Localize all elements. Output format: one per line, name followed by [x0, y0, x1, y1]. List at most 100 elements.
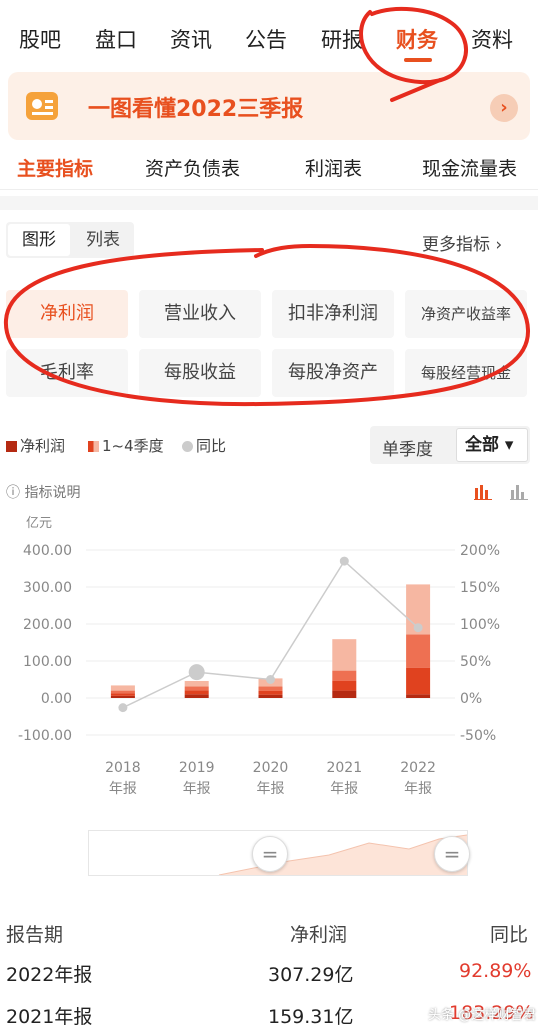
x-axis-tick-label: 年报: [257, 781, 285, 797]
y-axis-tick-label: 0.00: [41, 691, 72, 707]
metric-revenue[interactable]: 营业收入: [139, 290, 261, 338]
bar-segment: [332, 670, 357, 681]
range-start-handle[interactable]: =: [252, 836, 288, 872]
metric-bvps[interactable]: 每股净资产: [272, 349, 394, 397]
metric-gross-margin[interactable]: 毛利率: [6, 349, 128, 397]
bar-segment: [184, 686, 209, 691]
tab-balance-sheet[interactable]: 资产负债表: [145, 154, 240, 181]
metric-net-profit[interactable]: 净利润: [6, 290, 128, 338]
section-gap: [0, 196, 538, 210]
yoy-point: [188, 664, 205, 681]
legend-swatch-net-profit: [6, 441, 17, 452]
nav-tab-news[interactable]: 资讯: [170, 24, 212, 54]
y2-axis-tick-label: -50%: [460, 728, 496, 744]
y2-axis-tick-label: 0%: [460, 691, 482, 707]
table-row-period: 2021年报: [6, 1006, 93, 1028]
bar-segment: [406, 634, 431, 668]
table-row-period: 2022年报: [6, 964, 93, 986]
x-axis-tick-label: 2022: [400, 760, 436, 776]
bar-segment: [184, 680, 209, 687]
bar-segment: [258, 690, 283, 695]
tabs-divider: [0, 189, 538, 190]
table-row-yoy: 92.89%: [459, 960, 532, 982]
bar-segment: [406, 667, 431, 695]
x-axis-tick-label: 2020: [253, 760, 289, 776]
x-axis-tick-label: 2018: [105, 760, 141, 776]
table-header-period: 报告期: [6, 924, 64, 946]
y-axis-tick-label: -100.00: [18, 728, 72, 744]
x-axis-tick-label: 年报: [330, 781, 358, 797]
yoy-point: [118, 703, 128, 713]
bar-segment: [184, 694, 209, 698]
bar-segment: [258, 686, 283, 691]
bar-chart-alt-icon[interactable]: [510, 484, 528, 500]
nav-tab-finance[interactable]: 财务: [396, 24, 438, 54]
bar-segment: [110, 685, 135, 691]
tab-cash-flow[interactable]: 现金流量表: [422, 154, 517, 181]
legend-net-profit: 净利润: [6, 435, 65, 456]
yoy-point: [266, 675, 275, 684]
tab-income-statement[interactable]: 利润表: [305, 154, 362, 181]
bar-segment: [110, 695, 135, 698]
y2-axis-tick-label: 100%: [460, 617, 500, 633]
legend-quarters: 1~4季度: [88, 435, 164, 456]
report-card-icon: [26, 92, 58, 120]
view-list-button[interactable]: 列表: [72, 224, 134, 256]
legend-swatch-quarters: [88, 441, 99, 452]
yoy-point: [339, 556, 349, 566]
table-header-net-profit: 净利润: [290, 924, 348, 946]
bar-segment: [406, 694, 431, 698]
bar-segment: [332, 680, 357, 691]
y-axis-tick-label: 400.00: [23, 543, 72, 559]
view-toggle: 图形 列表: [6, 222, 134, 258]
nav-tab-pankou[interactable]: 盘口: [95, 24, 137, 54]
x-axis-tick-label: 2019: [179, 760, 215, 776]
metric-deducted-net-profit[interactable]: 扣非净利润: [272, 290, 394, 338]
single-quarter-button[interactable]: 单季度: [382, 435, 433, 460]
indicator-explain-link[interactable]: ⓘ 指标说明: [6, 482, 80, 502]
chevron-right-icon[interactable]: ›: [490, 94, 518, 122]
y-axis-tick-label: 200.00: [23, 617, 72, 633]
range-end-handle[interactable]: =: [434, 836, 470, 872]
top-nav: 股吧 盘口 资讯 公告 研报 财务 资料: [0, 0, 538, 70]
bar-segment: [258, 694, 283, 698]
x-axis-tick-label: 年报: [109, 781, 137, 797]
legend-swatch-yoy: [182, 441, 193, 452]
x-axis-tick-label: 2021: [326, 760, 362, 776]
bar-segment: [110, 693, 135, 696]
y-axis-tick-label: 100.00: [23, 654, 72, 670]
yoy-point: [413, 623, 423, 633]
nav-tab-guba[interactable]: 股吧: [19, 24, 61, 54]
view-graph-button[interactable]: 图形: [8, 224, 70, 256]
table-header-yoy: 同比: [490, 924, 529, 946]
legend-yoy: 同比: [182, 435, 226, 456]
y2-axis-tick-label: 150%: [460, 580, 500, 596]
bar-segment: [184, 690, 209, 695]
metric-roe[interactable]: 净资产收益率: [405, 290, 527, 338]
more-metrics-link[interactable]: 更多指标 ›: [422, 230, 502, 255]
net-profit-chart: 亿元 400.00 300.00 200.00 100.00 0.00 -100.00 200…: [18, 516, 500, 797]
nav-active-underline: [404, 58, 432, 62]
nav-tab-research[interactable]: 研报: [321, 24, 363, 54]
table-row-value: 307.29亿: [268, 964, 354, 986]
bar-segment: [110, 690, 135, 694]
metric-ocfps[interactable]: 每股经营现金: [405, 349, 527, 397]
period-selector: 单季度 全部 ▾: [370, 426, 530, 464]
y-axis-tick-label: 300.00: [23, 580, 72, 596]
bar-chart-icon[interactable]: [474, 484, 492, 500]
x-axis-tick-label: 年报: [183, 781, 211, 797]
nav-tab-announcements[interactable]: 公告: [245, 24, 287, 54]
bar-segment: [332, 690, 357, 698]
tab-main-indicators[interactable]: 主要指标: [17, 154, 93, 181]
nav-tab-profile[interactable]: 资料: [471, 24, 513, 54]
bar-segment: [332, 639, 357, 671]
metric-eps[interactable]: 每股收益: [139, 349, 261, 397]
y2-axis-tick-label: 200%: [460, 543, 500, 559]
report-banner[interactable]: 一图看懂2022三季报 ›: [8, 72, 530, 140]
table-row-value: 159.31亿: [268, 1006, 354, 1028]
y2-axis-tick-label: 50%: [460, 654, 491, 670]
banner-title: 一图看懂2022三季报: [88, 97, 304, 122]
all-periods-dropdown[interactable]: 全部 ▾: [456, 428, 528, 462]
watermark: 头条 @这样财智君: [428, 1008, 537, 1023]
x-axis-tick-label: 年报: [404, 781, 432, 797]
